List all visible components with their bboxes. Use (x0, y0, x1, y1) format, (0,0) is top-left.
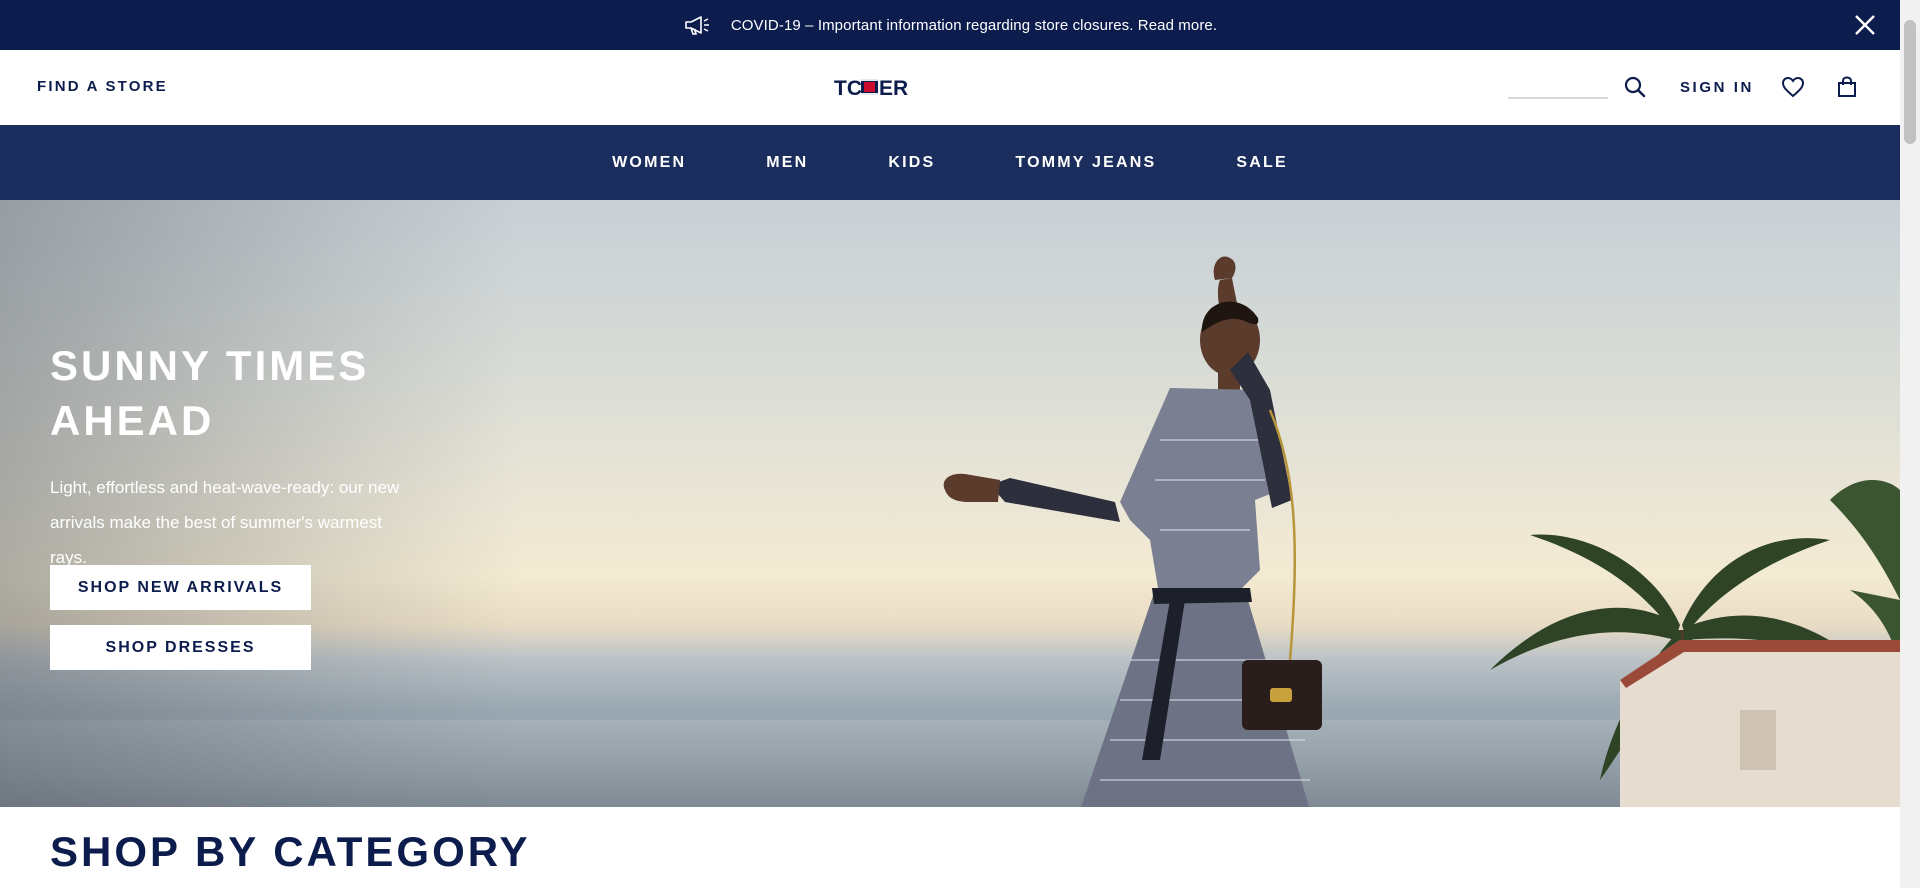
brand-logo[interactable]: TC ER (834, 75, 914, 99)
sign-in-link[interactable]: SIGN IN (1680, 79, 1754, 96)
nav-item-tommy-jeans[interactable]: TOMMY JEANS (1015, 154, 1156, 172)
svg-text:ER: ER (879, 77, 908, 99)
building-image (1620, 640, 1900, 807)
megaphone-icon (683, 14, 711, 36)
heart-icon[interactable] (1780, 74, 1806, 100)
search-icon[interactable] (1622, 74, 1648, 100)
shop-dresses-button[interactable]: SHOP DRESSES (50, 625, 311, 670)
nav-item-men[interactable]: MEN (766, 154, 808, 172)
hero-text-block: SUNNY TIMES AHEAD Light, effortless and … (50, 338, 470, 575)
hero-description: Light, effortless and heat-wave-ready: o… (50, 478, 400, 567)
nav-item-women[interactable]: WOMEN (612, 154, 686, 172)
nav-item-kids[interactable]: KIDS (888, 154, 935, 172)
header-actions: SIGN IN (1507, 72, 1860, 102)
hero-title: SUNNY TIMES AHEAD (50, 342, 370, 444)
find-a-store-link[interactable]: FIND A STORE (37, 78, 168, 95)
hero-banner[interactable]: SUNNY TIMES AHEAD Light, effortless and … (0, 200, 1900, 807)
shop-by-category-heading: SHOP BY CATEGORY (50, 828, 531, 875)
nav-item-sale[interactable]: SALE (1236, 154, 1287, 172)
announcement-bar: COVID-19 – Important information regardi… (0, 0, 1900, 50)
page-scrollbar[interactable] (1900, 0, 1920, 888)
search-input[interactable] (1507, 75, 1608, 99)
model-image (943, 256, 1322, 807)
shopping-bag-icon[interactable] (1834, 74, 1860, 100)
announcement-link[interactable]: COVID-19 – Important information regardi… (731, 17, 1217, 34)
category-nav: WOMEN MEN KIDS TOMMY JEANS SALE (0, 125, 1900, 200)
scrollbar-thumb[interactable] (1904, 20, 1916, 144)
close-icon[interactable] (1852, 12, 1878, 38)
shop-new-arrivals-button[interactable]: SHOP NEW ARRIVALS (50, 565, 311, 610)
site-header: FIND A STORE TC ER SIGN IN (0, 50, 1900, 125)
svg-text:TC: TC (834, 77, 862, 99)
